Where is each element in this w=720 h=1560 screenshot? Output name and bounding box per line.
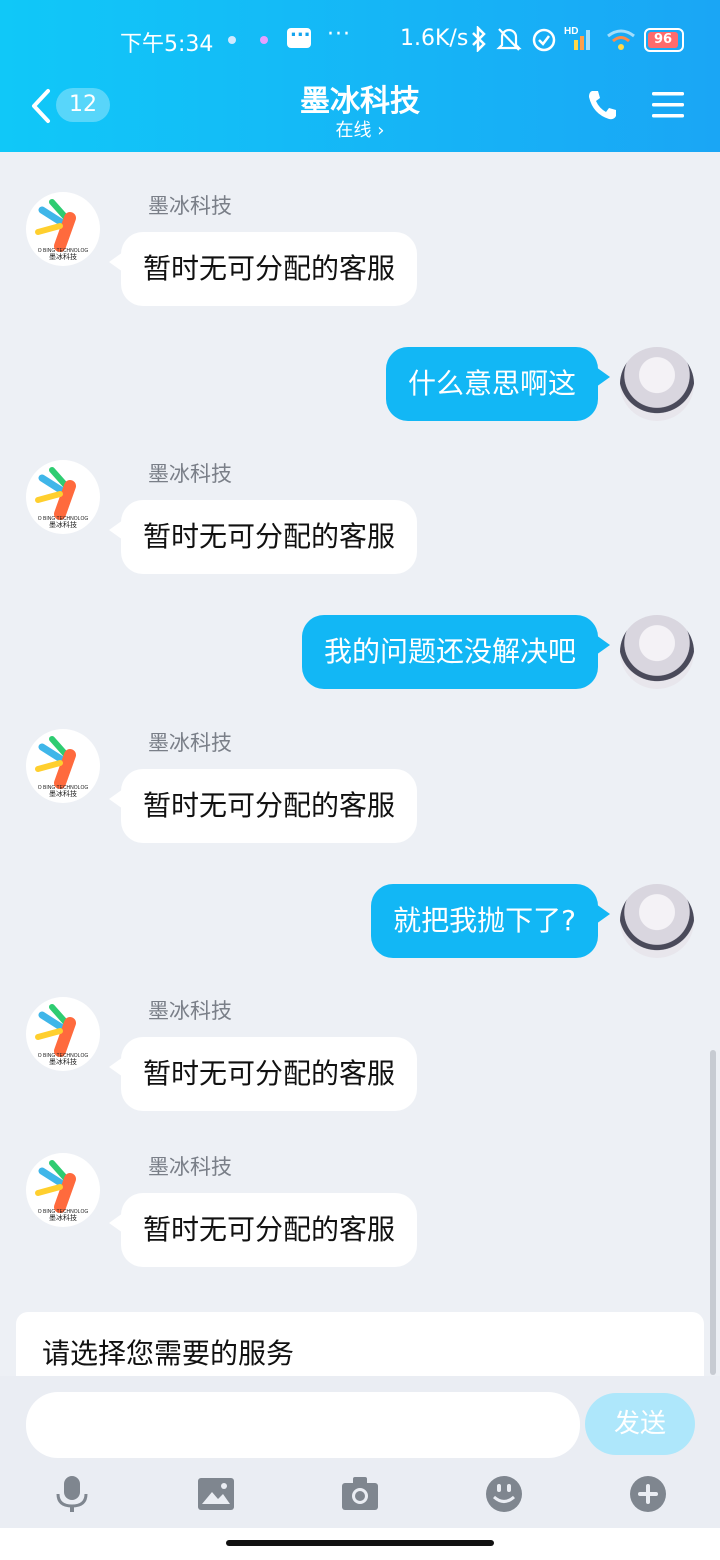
menu-icon[interactable] bbox=[652, 90, 684, 120]
user-avatar[interactable] bbox=[620, 884, 694, 958]
company-logo-icon: O BING TECHNOLOG墨冰科技 bbox=[35, 467, 88, 529]
svg-text:HD: HD bbox=[564, 26, 578, 37]
company-logo-icon: O BING TECHNOLOG墨冰科技 bbox=[35, 736, 88, 798]
sender-name: 墨冰科技 bbox=[148, 462, 232, 486]
phone-icon[interactable] bbox=[586, 88, 618, 122]
company-logo-icon: O BING TECHNOLOG墨冰科技 bbox=[35, 199, 88, 261]
bluetooth-icon bbox=[472, 26, 486, 52]
battery-icon: 96 bbox=[644, 28, 684, 52]
user-avatar[interactable] bbox=[620, 347, 694, 421]
microphone-icon[interactable] bbox=[52, 1474, 92, 1514]
message-notification-icon bbox=[287, 20, 311, 48]
svg-text:墨冰科技: 墨冰科技 bbox=[49, 1213, 77, 1222]
company-avatar[interactable]: O BING TECHNOLOG 墨冰科技 bbox=[26, 1153, 100, 1227]
company-avatar[interactable]: O BING TECHNOLOG 墨冰科技 bbox=[26, 997, 100, 1071]
camera-icon[interactable] bbox=[340, 1474, 380, 1514]
sender-name: 墨冰科技 bbox=[148, 194, 232, 218]
alarm-icon bbox=[532, 28, 556, 52]
company-logo-icon: O BING TECHNOLOG墨冰科技 bbox=[35, 1160, 88, 1222]
plus-icon[interactable] bbox=[628, 1474, 668, 1514]
incoming-message-bubble[interactable]: 暂时无可分配的客服 bbox=[108, 1193, 418, 1267]
app-notification-icon bbox=[260, 36, 268, 44]
wifi-icon bbox=[607, 29, 635, 50]
home-indicator[interactable] bbox=[226, 1540, 494, 1546]
notification-dot-icon bbox=[228, 36, 236, 44]
signal-hd-icon: HD bbox=[564, 26, 590, 50]
more-notifications-icon: ··· bbox=[327, 22, 351, 47]
incoming-message-bubble[interactable]: 暂时无可分配的客服 bbox=[108, 500, 418, 574]
message-list[interactable]: O BING TECHNOLOG 墨冰科技 墨冰科技 暂时无可分配的客服 什么意思啊这 O… bbox=[0, 152, 720, 1312]
send-button[interactable]: 发送 bbox=[585, 1393, 695, 1455]
service-card[interactable]: 请选择您需要的服务 bbox=[16, 1312, 704, 1376]
status-bar: 下午5:34 ··· 1.6K/s HD 96 bbox=[0, 20, 720, 58]
sender-name: 墨冰科技 bbox=[148, 731, 232, 755]
chat-header: 下午5:34 ··· 1.6K/s HD 96 12 墨冰科技 在线 › bbox=[0, 0, 720, 152]
company-avatar[interactable]: O BING TECHNOLOG 墨冰科技 bbox=[26, 729, 100, 803]
service-card-title: 请选择您需要的服务 bbox=[42, 1337, 295, 1370]
image-icon[interactable] bbox=[196, 1474, 236, 1514]
svg-text:墨冰科技: 墨冰科技 bbox=[49, 789, 77, 798]
svg-text:墨冰科技: 墨冰科技 bbox=[49, 252, 77, 261]
emoji-icon[interactable] bbox=[484, 1474, 524, 1514]
incoming-message-bubble[interactable]: 暂时无可分配的客服 bbox=[108, 769, 418, 843]
incoming-message-bubble[interactable]: 暂时无可分配的客服 bbox=[108, 232, 418, 306]
mute-bell-icon bbox=[496, 28, 522, 51]
scrollbar[interactable] bbox=[710, 1050, 716, 1375]
input-bar: 发送 bbox=[0, 1376, 720, 1528]
message-input[interactable] bbox=[26, 1392, 580, 1458]
company-avatar[interactable]: O BING TECHNOLOG 墨冰科技 bbox=[26, 192, 100, 266]
outgoing-message-bubble[interactable]: 我的问题还没解决吧 bbox=[301, 615, 611, 689]
svg-text:墨冰科技: 墨冰科技 bbox=[49, 1057, 77, 1066]
sender-name: 墨冰科技 bbox=[148, 1155, 232, 1179]
user-avatar[interactable] bbox=[620, 615, 694, 689]
network-speed: 1.6K/s bbox=[400, 26, 469, 51]
svg-text:墨冰科技: 墨冰科技 bbox=[49, 520, 77, 529]
incoming-message-bubble[interactable]: 暂时无可分配的客服 bbox=[108, 1037, 418, 1111]
outgoing-message-bubble[interactable]: 什么意思啊这 bbox=[385, 347, 611, 421]
company-logo-icon: O BING TECHNOLOG墨冰科技 bbox=[35, 1004, 88, 1066]
sender-name: 墨冰科技 bbox=[148, 999, 232, 1023]
company-avatar[interactable]: O BING TECHNOLOG 墨冰科技 bbox=[26, 460, 100, 534]
outgoing-message-bubble[interactable]: 就把我抛下了? bbox=[371, 884, 610, 958]
status-time: 下午5:34 bbox=[120, 32, 214, 57]
